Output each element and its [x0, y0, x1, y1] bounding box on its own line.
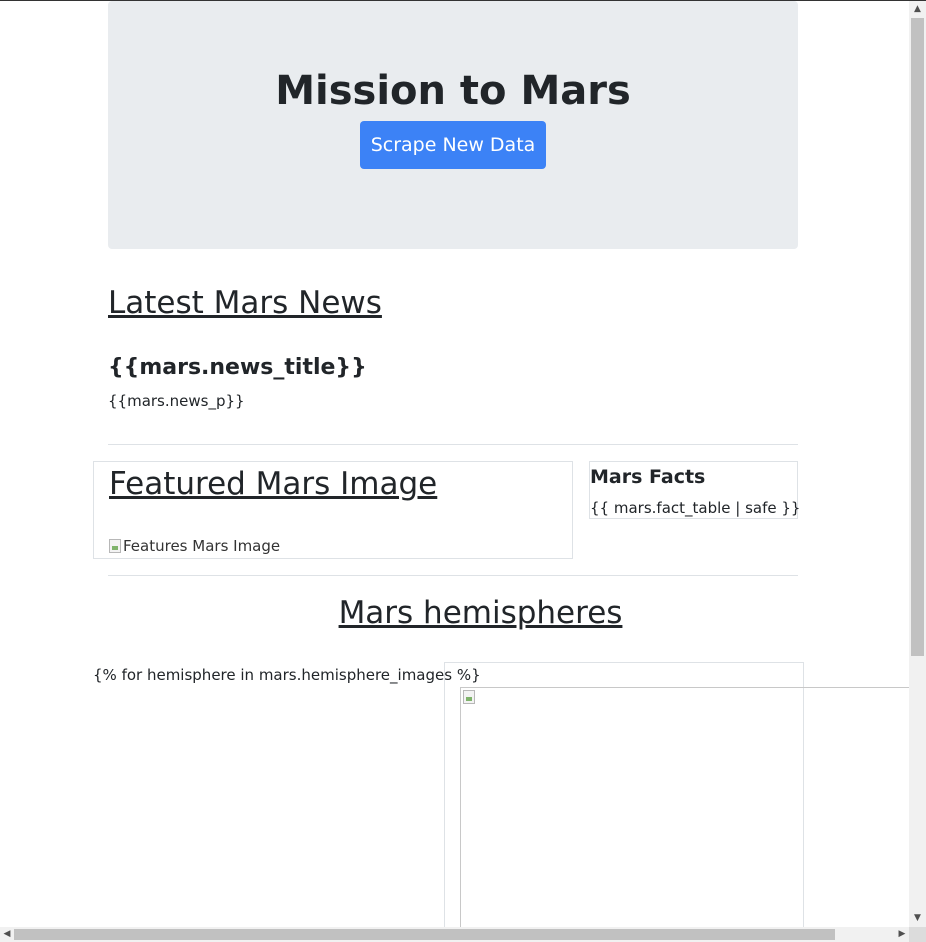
featured-image: Features Mars Image: [109, 536, 280, 556]
mars-facts-table: {{ mars.fact_table | safe }}: [590, 499, 801, 517]
featured-image-heading: Featured Mars Image: [109, 466, 438, 502]
arrow-down-icon[interactable]: ▼: [909, 910, 926, 927]
arrow-left-icon[interactable]: ◀: [0, 927, 14, 942]
featured-image-panel: Featured Mars Image Features Mars Image: [93, 461, 573, 559]
vertical-scrollbar[interactable]: ▲ ▼: [909, 1, 926, 927]
latest-news-heading: Latest Mars News: [108, 285, 382, 321]
hemispheres-heading: Mars hemispheres: [338, 595, 623, 631]
arrow-right-icon[interactable]: ▶: [895, 927, 909, 942]
broken-image-icon: [463, 690, 475, 704]
news-paragraph: {{mars.news_p}}: [108, 392, 245, 410]
page-viewport: Mission to Mars Scrape New Data Latest M…: [0, 1, 909, 927]
mars-facts-heading: Mars Facts: [590, 466, 706, 488]
news-title: {{mars.news_title}}: [108, 355, 367, 380]
horizontal-scroll-thumb[interactable]: [14, 929, 835, 940]
page-title: Mission to Mars: [275, 68, 631, 114]
hemisphere-image: [460, 687, 804, 927]
featured-image-alt-text: Features Mars Image: [123, 537, 281, 555]
hemispheres-loop-template: {% for hemisphere in mars.hemisphere_ima…: [93, 666, 481, 684]
divider: [108, 444, 798, 445]
jumbotron: Mission to Mars Scrape New Data: [108, 1, 798, 249]
mars-facts-panel: Mars Facts {{ mars.fact_table | safe }}: [589, 461, 801, 519]
scrape-new-data-button[interactable]: Scrape New Data: [360, 121, 546, 169]
divider: [108, 575, 798, 576]
arrow-up-icon[interactable]: ▲: [909, 1, 926, 18]
horizontal-scrollbar[interactable]: ◀ ▶: [0, 927, 909, 942]
vertical-scroll-thumb[interactable]: [911, 18, 924, 656]
scrollbar-corner: [909, 927, 926, 942]
broken-image-icon: [109, 539, 121, 553]
